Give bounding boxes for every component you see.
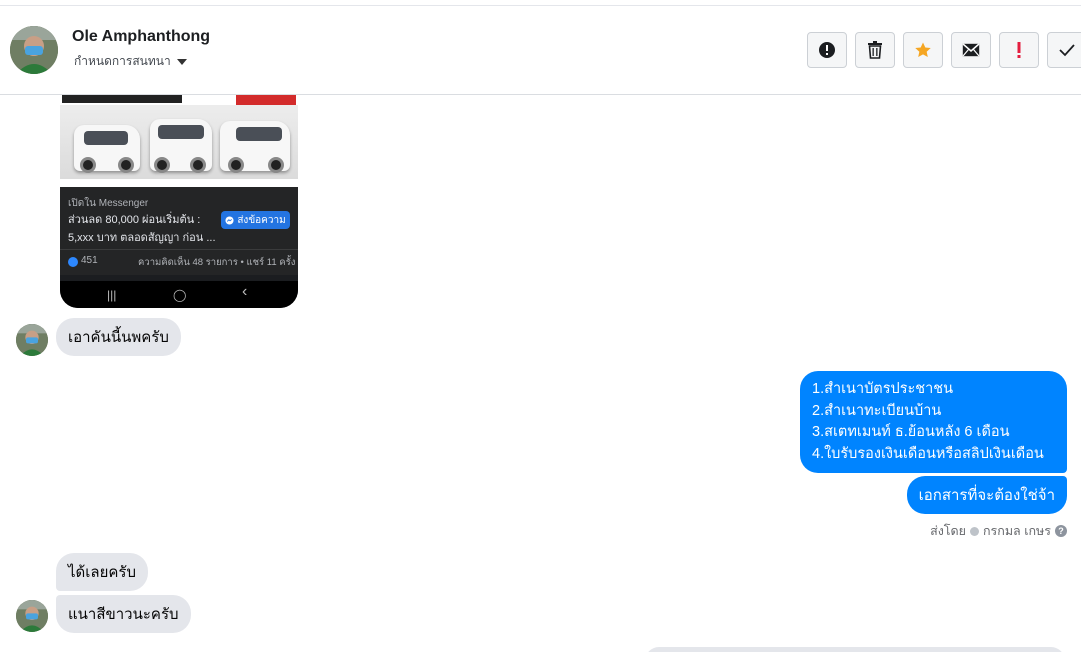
post-text-line: ส่วนลด 80,000 ผ่อนเริ่มต้น : — [68, 214, 201, 226]
conversation-header: Ole Amphanthong กำหนดการสนทนา — [0, 6, 1081, 95]
messenger-icon — [225, 215, 234, 225]
car-image — [150, 119, 212, 173]
like-count: 451 — [81, 255, 98, 266]
report-button[interactable] — [807, 32, 847, 68]
car-image — [220, 121, 290, 173]
post-text: ส่วนลด 80,000 ผ่อนเริ่มต้น : 5,xxx บาท ต… — [68, 211, 218, 247]
trash-icon — [868, 41, 882, 59]
delete-button[interactable] — [855, 32, 895, 68]
car-ad-photo — [60, 95, 298, 187]
post-stats: ความคิดเห็น 48 รายการ • แชร์ 11 ครั้ง — [138, 257, 296, 268]
send-message-button: ส่งข้อความ — [221, 211, 290, 229]
shared-post-screenshot[interactable]: เปิดใน Messenger ส่วนลด 80,000 ผ่อนเริ่ม… — [60, 95, 298, 308]
help-icon[interactable]: ? — [1055, 525, 1067, 537]
sent-by-label: ส่งโดย — [930, 524, 966, 538]
message-line: 1.สำเนาบัตรประชาชน — [812, 381, 954, 397]
spam-button[interactable] — [999, 32, 1039, 68]
contact-avatar-small[interactable] — [16, 324, 48, 356]
outgoing-message[interactable]: เอกสารที่จะต้องใช่จ้า — [906, 476, 1067, 514]
star-button[interactable] — [903, 32, 943, 68]
send-message-label: ส่งข้อความ — [237, 214, 286, 226]
outgoing-message-partial[interactable] — [645, 647, 1065, 652]
envelope-icon — [962, 43, 980, 57]
sent-by-name[interactable]: กรกมล เกษร — [983, 521, 1051, 541]
like-icon — [68, 257, 78, 267]
alert-circle-icon — [819, 42, 835, 58]
contact-avatar[interactable] — [10, 26, 58, 74]
back-icon: ‹ — [242, 283, 248, 300]
conversation-assign-dropdown[interactable]: กำหนดการสนทนา — [74, 52, 187, 71]
mark-unread-button[interactable] — [951, 32, 991, 68]
star-icon — [915, 42, 931, 58]
home-icon: ◯ — [173, 288, 187, 302]
chevron-down-icon — [176, 58, 187, 65]
outgoing-message[interactable]: 1.สำเนาบัตรประชาชน 2.สำเนาทะเบียนบ้าน 3.… — [800, 371, 1067, 473]
conversation-assign-label: กำหนดการสนทนา — [74, 54, 171, 68]
open-in-messenger-label: เปิดใน Messenger — [68, 198, 149, 209]
incoming-message[interactable]: ได้เลยครับ — [56, 553, 149, 591]
car-image — [74, 125, 140, 173]
contact-avatar-small[interactable] — [16, 600, 48, 632]
message-thread[interactable]: เปิดใน Messenger ส่วนลด 80,000 ผ่อนเริ่ม… — [0, 95, 1081, 652]
sent-by-info: ส่งโดย กรกมล เกษร ? — [930, 521, 1067, 541]
recent-apps-icon: ||| — [107, 288, 117, 302]
check-icon — [1059, 44, 1075, 57]
contact-name[interactable]: Ole Amphanthong — [72, 28, 210, 46]
agent-dot-icon — [969, 526, 979, 536]
exclamation-icon — [1017, 42, 1021, 58]
header-actions — [807, 32, 1081, 68]
incoming-message[interactable]: แนาสีขาวนะครับ — [56, 595, 191, 633]
message-line: 2.สำเนาทะเบียนบ้าน — [812, 402, 942, 419]
incoming-message[interactable]: เอาคันนี้นพครับ — [56, 318, 181, 356]
message-line: 4.ใบรับรองเงินเดือนหรือสลิปเงินเดือน — [812, 445, 1044, 462]
post-text-line: 5,xxx บาท ตลอดสัญญา ก่อน ... — [68, 232, 216, 244]
message-line: 3.สเตทเมนท์ ธ.ย้อนหลัง 6 เดือน — [812, 424, 1010, 440]
mark-done-button[interactable] — [1047, 32, 1081, 68]
